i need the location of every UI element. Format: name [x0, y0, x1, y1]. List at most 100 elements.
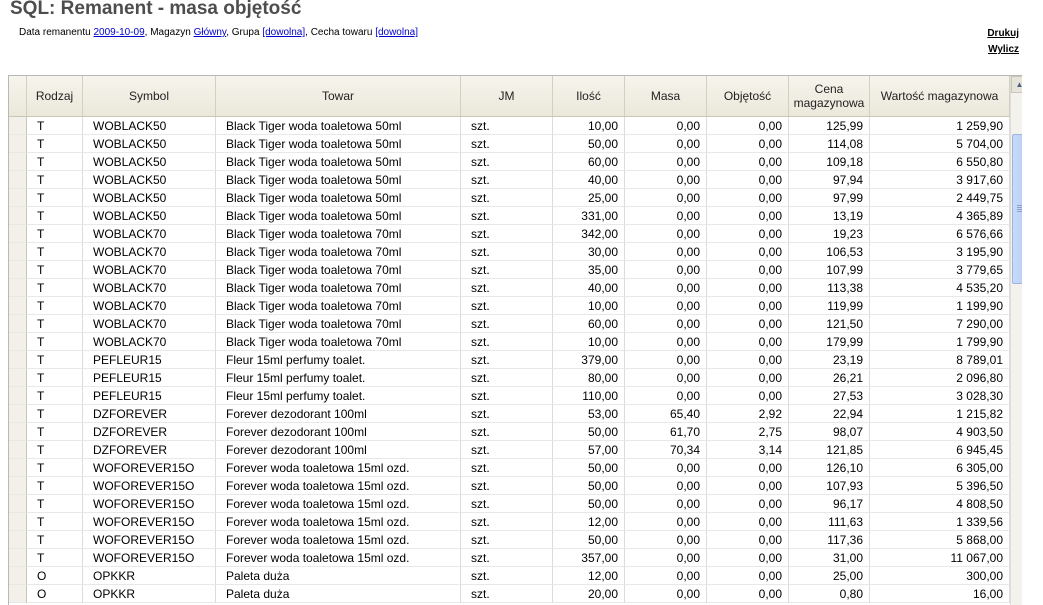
row-selector[interactable]: [9, 135, 27, 153]
cell-ilosc: 10,00: [553, 297, 625, 315]
table-row[interactable]: T PEFLEUR15 Fleur 15ml perfumy toalet. szt.…: [9, 351, 1010, 369]
row-selector[interactable]: [9, 351, 27, 369]
table-row[interactable]: T WOBLACK70 Black Tiger woda toaletowa 70m…: [9, 261, 1010, 279]
table-row[interactable]: T WOBLACK70 Black Tiger woda toaletowa 70m…: [9, 225, 1010, 243]
cell-symbol: WOBLACK70: [83, 297, 216, 315]
row-selector[interactable]: [9, 279, 27, 297]
table-row[interactable]: O OPKKR Paleta duża szt. 20,00 0,00 0,00 0,80 16…: [9, 585, 1010, 603]
cell-ilosc: 331,00: [553, 207, 625, 225]
row-selector[interactable]: [9, 207, 27, 225]
table-row[interactable]: T WOFOREVER15O Forever woda toaletowa 15ml…: [9, 513, 1010, 531]
table-row[interactable]: O OPKKR Paleta duża szt. 12,00 0,00 0,00 25,00 3…: [9, 567, 1010, 585]
row-selector[interactable]: [9, 315, 27, 333]
row-selector[interactable]: [9, 225, 27, 243]
table-row[interactable]: T WOBLACK70 Black Tiger woda toaletowa 70m…: [9, 333, 1010, 351]
group-link[interactable]: [dowolna]: [262, 27, 305, 38]
row-selector[interactable]: [9, 387, 27, 405]
cell-towar: Forever woda toaletowa 15ml ozd.: [216, 459, 461, 477]
calculate-button[interactable]: Wylicz: [988, 44, 1019, 55]
cell-wartosc: 6 305,00: [870, 459, 1010, 477]
row-selector[interactable]: [9, 261, 27, 279]
row-selector[interactable]: [9, 405, 27, 423]
column-header-wartosc[interactable]: Wartość magazynowa: [870, 76, 1010, 116]
cell-ilosc: 40,00: [553, 279, 625, 297]
cell-towar: Black Tiger woda toaletowa 70ml: [216, 261, 461, 279]
vertical-scrollbar[interactable]: ▲: [1010, 76, 1022, 605]
row-selector[interactable]: [9, 153, 27, 171]
table-row[interactable]: T DZFOREVER Forever dezodorant 100ml szt. 50…: [9, 423, 1010, 441]
table-row[interactable]: T PEFLEUR15 Fleur 15ml perfumy toalet. szt.…: [9, 369, 1010, 387]
table-row[interactable]: T WOFOREVER15O Forever woda toaletowa 15ml…: [9, 495, 1010, 513]
cell-wartosc: 11 067,00: [870, 549, 1010, 567]
table-row[interactable]: T WOBLACK50 Black Tiger woda toaletowa 50m…: [9, 153, 1010, 171]
table-row[interactable]: T WOBLACK50 Black Tiger woda toaletowa 50m…: [9, 135, 1010, 153]
cell-objetosc: 0,00: [707, 207, 789, 225]
row-selector[interactable]: [9, 297, 27, 315]
column-header-rodzaj[interactable]: Rodzaj: [27, 76, 83, 116]
row-selector[interactable]: [9, 117, 27, 135]
row-selector[interactable]: [9, 585, 27, 603]
column-header-jm[interactable]: JM: [461, 76, 553, 116]
row-selector[interactable]: [9, 513, 27, 531]
row-selector[interactable]: [9, 495, 27, 513]
cell-masa: 0,00: [625, 315, 707, 333]
cell-objetosc: 0,00: [707, 477, 789, 495]
date-link[interactable]: 2009-10-09: [94, 27, 145, 38]
table-row[interactable]: T WOBLACK50 Black Tiger woda toaletowa 50m…: [9, 207, 1010, 225]
row-selector[interactable]: [9, 477, 27, 495]
cell-wartosc: 5 868,00: [870, 531, 1010, 549]
cell-symbol: OPKKR: [83, 585, 216, 603]
column-header-cena[interactable]: Cena magazynowa: [789, 76, 870, 116]
row-selector[interactable]: [9, 189, 27, 207]
table-row[interactable]: T WOFOREVER15O Forever woda toaletowa 15ml…: [9, 531, 1010, 549]
row-selector[interactable]: [9, 441, 27, 459]
cell-jm: szt.: [461, 387, 553, 405]
table-row[interactable]: T WOFOREVER15O Forever woda toaletowa 15ml…: [9, 477, 1010, 495]
row-selector[interactable]: [9, 171, 27, 189]
print-button[interactable]: Drukuj: [987, 28, 1019, 39]
table-row[interactable]: T PEFLEUR15 Fleur 15ml perfumy toalet. szt.…: [9, 387, 1010, 405]
arrow-up-icon[interactable]: ▲: [1011, 76, 1022, 93]
cell-masa: 70,34: [625, 441, 707, 459]
cell-wartosc: 5 704,00: [870, 135, 1010, 153]
table-row[interactable]: T WOBLACK50 Black Tiger woda toaletowa 50m…: [9, 171, 1010, 189]
row-selector[interactable]: [9, 459, 27, 477]
row-selector[interactable]: [9, 567, 27, 585]
table-row[interactable]: T DZFOREVER Forever dezodorant 100ml szt. 53…: [9, 405, 1010, 423]
cell-cena: 114,08: [789, 135, 870, 153]
column-header-towar[interactable]: Towar: [216, 76, 461, 116]
row-selector[interactable]: [9, 423, 27, 441]
cell-objetosc: 0,00: [707, 351, 789, 369]
table-row[interactable]: T WOBLACK70 Black Tiger woda toaletowa 70m…: [9, 243, 1010, 261]
table-row[interactable]: T WOFOREVER15O Forever woda toaletowa 15ml…: [9, 549, 1010, 567]
row-selector[interactable]: [9, 531, 27, 549]
cell-rodzaj: T: [27, 459, 83, 477]
table-row[interactable]: T WOBLACK70 Black Tiger woda toaletowa 70m…: [9, 297, 1010, 315]
column-header-objetosc[interactable]: Objętość: [707, 76, 789, 116]
table-row[interactable]: T WOBLACK50 Black Tiger woda toaletowa 50m…: [9, 189, 1010, 207]
scroll-thumb[interactable]: [1012, 134, 1022, 284]
cell-masa: 65,40: [625, 405, 707, 423]
cell-towar: Forever woda toaletowa 15ml ozd.: [216, 513, 461, 531]
table-row[interactable]: T WOBLACK70 Black Tiger woda toaletowa 70m…: [9, 315, 1010, 333]
column-header-symbol[interactable]: Symbol: [83, 76, 216, 116]
cell-rodzaj: T: [27, 315, 83, 333]
cell-masa: 0,00: [625, 459, 707, 477]
row-selector[interactable]: [9, 333, 27, 351]
column-header-ilosc[interactable]: Ilość: [553, 76, 625, 116]
feature-link[interactable]: [dowolna]: [375, 27, 418, 38]
cell-towar: Forever woda toaletowa 15ml ozd.: [216, 495, 461, 513]
row-selector[interactable]: [9, 549, 27, 567]
column-header-masa[interactable]: Masa: [625, 76, 707, 116]
table-row[interactable]: T WOFOREVER15O Forever woda toaletowa 15ml…: [9, 459, 1010, 477]
table-row[interactable]: T DZFOREVER Forever dezodorant 100ml szt. 57…: [9, 441, 1010, 459]
cell-towar: Fleur 15ml perfumy toalet.: [216, 369, 461, 387]
table-row[interactable]: T WOBLACK50 Black Tiger woda toaletowa 50m…: [9, 117, 1010, 135]
cell-objetosc: 0,00: [707, 387, 789, 405]
cell-towar: Paleta duża: [216, 585, 461, 603]
row-selector[interactable]: [9, 369, 27, 387]
row-selector[interactable]: [9, 243, 27, 261]
table-row[interactable]: T WOBLACK70 Black Tiger woda toaletowa 70m…: [9, 279, 1010, 297]
warehouse-link[interactable]: Główny: [194, 27, 227, 38]
cell-masa: 0,00: [625, 513, 707, 531]
